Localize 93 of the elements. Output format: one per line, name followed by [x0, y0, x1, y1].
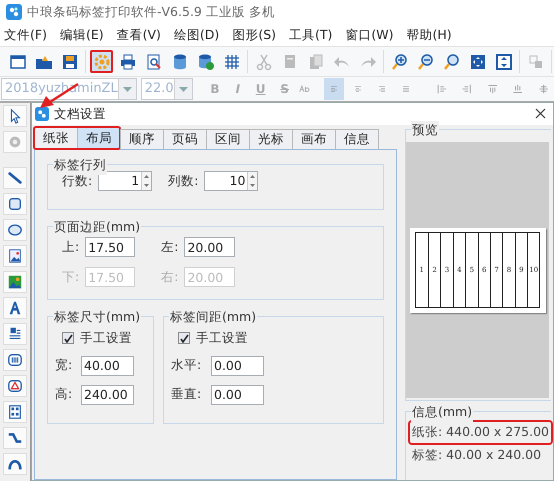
- rectangle-icon: [7, 196, 23, 212]
- save-icon: [60, 52, 78, 70]
- spin-down-button[interactable]: [142, 181, 152, 190]
- settings-icon: [92, 52, 110, 70]
- checkbox[interactable]: [62, 332, 74, 344]
- menu-item[interactable]: 绘图(D): [174, 26, 220, 44]
- tool-button[interactable]: [3, 193, 27, 215]
- tab[interactable]: 顺序: [120, 129, 164, 149]
- zoom-in-icon: [390, 52, 408, 70]
- checkbox[interactable]: [178, 332, 190, 344]
- ellipse-icon: [7, 222, 23, 238]
- group-title: 信息(mm): [411, 403, 474, 422]
- field-label: 列数:: [168, 172, 198, 190]
- input-field[interactable]: 0.00: [211, 356, 264, 376]
- dropdown-caret-icon: [122, 86, 132, 92]
- field-label: 水平:: [171, 356, 202, 374]
- landscape-icon: [7, 274, 23, 290]
- text-icon: [7, 300, 23, 316]
- menu-item[interactable]: 文件(F): [4, 26, 47, 44]
- down-arrow-icon: [250, 184, 256, 187]
- grid-icon: [222, 52, 240, 70]
- rotate-icon: [7, 134, 23, 150]
- number-spinner[interactable]: 10: [204, 171, 258, 191]
- zoom-out-icon: [416, 52, 434, 70]
- tool-button[interactable]: [3, 453, 27, 475]
- input-field[interactable]: 0.00: [211, 384, 264, 405]
- tool-button[interactable]: [3, 297, 27, 319]
- toolbar-button[interactable]: [90, 50, 113, 73]
- field-label: 高:: [55, 385, 74, 404]
- tab[interactable]: 布局: [77, 127, 121, 149]
- field-label: 下:: [62, 268, 80, 286]
- barcode-icon: [7, 352, 23, 368]
- tool-button[interactable]: [3, 375, 27, 397]
- tool-button[interactable]: [3, 271, 27, 293]
- tool-button[interactable]: [3, 427, 27, 449]
- field-label: 上:: [62, 238, 80, 256]
- check-icon: [64, 334, 72, 343]
- line-icon: [7, 170, 23, 186]
- up-arrow-icon: [250, 175, 256, 178]
- window-title: 中琅条码标签打印软件-V6.5.9 工业版 多机: [27, 2, 275, 21]
- fit-arrows-icon: [468, 52, 486, 70]
- field-label: 左:: [161, 238, 178, 256]
- menu-item[interactable]: 编辑(E): [60, 26, 104, 44]
- curve-icon: [7, 430, 23, 446]
- app-logo-icon: [35, 107, 49, 121]
- database-check-icon: [196, 52, 214, 70]
- number-spinner[interactable]: 1: [98, 171, 152, 191]
- checkbox-label: 手工设置: [80, 329, 132, 347]
- checkbox-label: 手工设置: [196, 329, 248, 347]
- dropdown-caret-icon: [178, 86, 188, 92]
- app-logo-icon: [6, 4, 22, 20]
- qr-code-icon: [7, 404, 23, 420]
- image-icon: [7, 248, 23, 264]
- close-icon: [535, 108, 546, 120]
- input-field[interactable]: 240.00: [81, 384, 134, 405]
- info-text: 标签: 40.00 x 240.00: [411, 446, 542, 464]
- spin-up-button[interactable]: [248, 172, 258, 181]
- group-title: 标签行列: [53, 156, 107, 175]
- menu-item[interactable]: 查看(V): [116, 26, 161, 44]
- dialog-title: 文档设置: [54, 104, 106, 123]
- layers-icon: [526, 52, 544, 70]
- field-label: 垂直:: [171, 385, 202, 404]
- input-field[interactable]: 17.50: [85, 237, 136, 257]
- menu-item[interactable]: 图形(S): [232, 26, 276, 44]
- tool-button[interactable]: [3, 219, 27, 241]
- window-icon: [8, 52, 26, 70]
- rich-text-icon: [7, 326, 23, 342]
- tool-button[interactable]: [3, 401, 27, 423]
- tool-button[interactable]: [3, 323, 27, 345]
- spin-up-button[interactable]: [142, 172, 152, 181]
- check-icon: [180, 334, 188, 343]
- spin-down-button[interactable]: [248, 181, 258, 190]
- tool-button[interactable]: [3, 349, 27, 371]
- magnifier-icon: [442, 52, 460, 70]
- fit-page-icon: [494, 52, 512, 70]
- input-field[interactable]: 40.00: [81, 356, 134, 376]
- text-format-icon: [298, 83, 310, 95]
- down-arrow-icon: [144, 184, 150, 187]
- up-arrow-icon: [144, 175, 150, 178]
- menu-item[interactable]: 工具(T): [289, 26, 332, 44]
- menu-item[interactable]: 帮助(H): [406, 26, 452, 44]
- tab[interactable]: 信息: [335, 129, 379, 149]
- tool-button[interactable]: [3, 167, 27, 189]
- info-text: 纸张: 440.00 x 275.00: [410, 422, 552, 443]
- tool-button[interactable]: [3, 245, 27, 267]
- field-label: 宽:: [55, 356, 74, 374]
- printer-icon: [118, 52, 136, 70]
- print-preview-icon: [144, 52, 162, 70]
- input-field[interactable]: 20.00: [184, 237, 236, 257]
- field-label: 右:: [161, 268, 178, 286]
- menu-item[interactable]: 窗口(W): [345, 26, 394, 44]
- cut-icon: [254, 52, 272, 70]
- tool-button[interactable]: [3, 105, 27, 127]
